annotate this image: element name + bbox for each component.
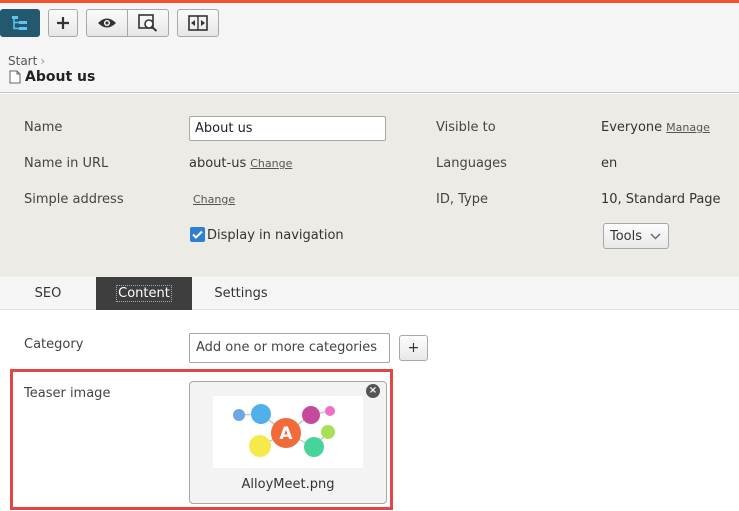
name-label: Name	[24, 120, 63, 135]
display-nav-checkbox[interactable]	[190, 227, 205, 242]
active-tab-indicator	[138, 304, 150, 310]
remove-image-button[interactable]: ×	[366, 384, 380, 398]
page-icon	[9, 70, 21, 84]
category-label: Category	[24, 337, 84, 352]
view-button[interactable]	[86, 9, 128, 37]
languages-label: Languages	[436, 156, 507, 171]
tab-seo-label: SEO	[34, 286, 62, 301]
tab-content-label: Content	[116, 285, 172, 302]
simple-address-label: Simple address	[24, 192, 124, 207]
add-category-button[interactable]: +	[399, 335, 428, 361]
tools-label: Tools	[610, 228, 643, 244]
visible-to-group: Everyone Manage	[601, 120, 710, 135]
page-tree-icon	[12, 16, 27, 30]
compare-icon	[188, 15, 208, 31]
id-type-value: 10, Standard Page	[601, 192, 721, 207]
url-value: about-us	[189, 156, 247, 171]
tab-settings[interactable]: Settings	[200, 277, 282, 310]
page-tree-button[interactable]	[0, 9, 40, 37]
eye-icon	[98, 18, 116, 28]
preview-button[interactable]	[127, 9, 169, 37]
category-selector[interactable]: Add one or more categories	[189, 333, 390, 363]
tab-bar: SEO Content Settings	[0, 277, 739, 310]
logo-letter: A	[279, 424, 293, 444]
visible-to-label: Visible to	[436, 120, 496, 135]
teaser-thumbnail: A	[213, 396, 363, 468]
visible-to-manage-link[interactable]: Manage	[666, 121, 710, 134]
tab-settings-label: Settings	[214, 286, 268, 301]
add-button[interactable]	[48, 9, 78, 37]
breadcrumb: Start › About us	[0, 47, 739, 93]
url-value-group: about-us Change	[189, 156, 292, 171]
tab-seo[interactable]: SEO	[14, 277, 82, 310]
compare-button[interactable]	[177, 9, 219, 37]
teaser-image-label: Teaser image	[24, 386, 111, 401]
breadcrumb-start[interactable]: Start ›	[8, 54, 45, 68]
page-title-text: About us	[25, 69, 96, 85]
chevron-right-icon: ›	[40, 54, 46, 68]
preview-icon	[138, 14, 158, 32]
toolbar	[0, 3, 739, 47]
chevron-down-icon	[650, 233, 661, 239]
alloymeet-logo-image: A	[233, 404, 335, 457]
close-icon: ×	[368, 385, 378, 396]
page-title: About us	[9, 69, 95, 85]
breadcrumb-start-label[interactable]: Start	[8, 54, 37, 68]
add-icon	[57, 17, 69, 29]
url-change-link[interactable]: Change	[250, 157, 292, 170]
simple-address-group: Change	[189, 192, 235, 207]
display-nav-label[interactable]: Display in navigation	[207, 228, 344, 243]
id-type-label: ID, Type	[436, 192, 488, 207]
checkmark-icon	[192, 230, 203, 239]
name-field[interactable]	[189, 116, 386, 141]
visible-to-value: Everyone	[601, 120, 663, 135]
simple-address-change-link[interactable]: Change	[193, 193, 235, 206]
url-label: Name in URL	[24, 156, 109, 171]
teaser-filename: AlloyMeet.png	[241, 477, 335, 492]
languages-value: en	[601, 156, 618, 171]
tools-dropdown[interactable]: Tools	[603, 223, 669, 249]
page-properties-panel: Name Name in URL about-usChange Simple a…	[0, 94, 739, 277]
